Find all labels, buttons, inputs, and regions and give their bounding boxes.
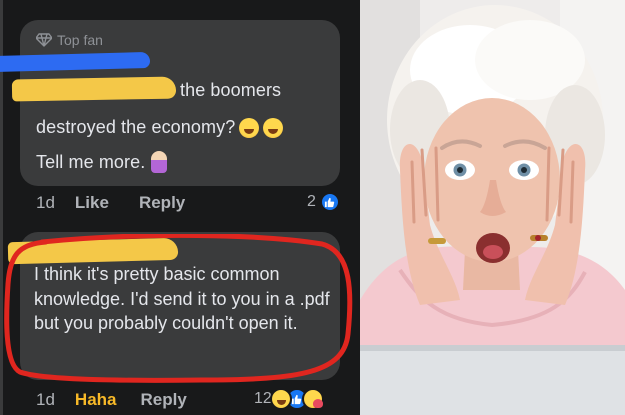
- haha-reaction-button[interactable]: Haha: [75, 390, 117, 410]
- redacted-name-mark-yellow: [7, 237, 179, 265]
- top-fan-badge: Top fan: [36, 32, 103, 48]
- joy-emoji-icon: [263, 117, 284, 138]
- reply-button[interactable]: Reply: [139, 193, 185, 213]
- reaction-count: 2: [307, 193, 316, 210]
- comment1-line3-text: Tell me more.: [36, 151, 146, 172]
- comment1-line2: destroyed the economy?: [36, 117, 284, 138]
- care-reaction-icon: [301, 388, 324, 410]
- reaction-photo: [360, 0, 625, 415]
- top-fan-label: Top fan: [57, 32, 103, 48]
- comment1-age: 1d: [36, 193, 55, 212]
- shrug-emoji-icon: [151, 151, 168, 173]
- comment1-line3: Tell me more.: [36, 151, 168, 173]
- like-reaction-icon: [319, 192, 340, 212]
- comment2-actions: 1d Haha Reply: [36, 390, 187, 410]
- reply-button[interactable]: Reply: [141, 390, 187, 410]
- comment1-actions: 1d Like Reply: [36, 193, 185, 213]
- like-button[interactable]: Like: [75, 193, 109, 213]
- joy-emoji-icon: [239, 117, 260, 138]
- diamond-icon: [36, 33, 52, 47]
- haha-reaction-icon: [269, 388, 292, 410]
- comment2-text: I think it's pretty basic common knowled…: [34, 264, 330, 333]
- comment1-line2-text: destroyed the economy?: [36, 117, 236, 137]
- comment1-line1: the boomers: [180, 80, 282, 100]
- comment1-reactions[interactable]: 2: [307, 192, 340, 212]
- comment2-reactions[interactable]: 12: [254, 388, 324, 410]
- comment2-age: 1d: [36, 390, 55, 409]
- redacted-text-mark-yellow: [11, 76, 177, 102]
- shocked-woman-illustration: [360, 0, 625, 415]
- comment-thread: Top fan the boomers destroyed the econom…: [0, 0, 360, 415]
